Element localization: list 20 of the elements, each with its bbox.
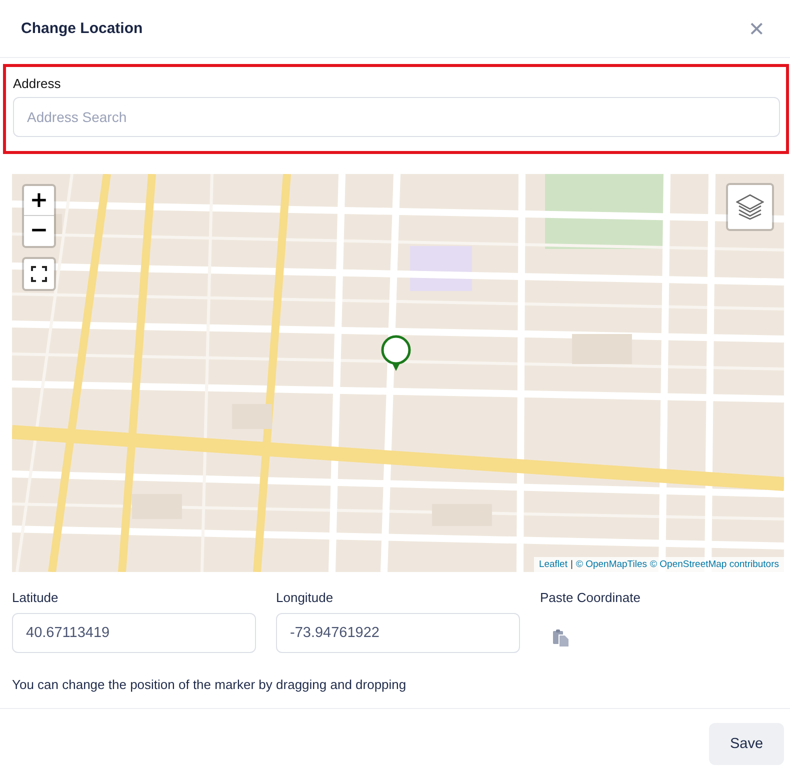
coordinate-label: Latitude bbox=[12, 590, 60, 605]
layers-icon bbox=[736, 194, 764, 220]
layers-button[interactable] bbox=[726, 183, 774, 231]
address-search-field[interactable]: Address Search bbox=[13, 97, 780, 137]
dialog-title: Change Location bbox=[21, 20, 143, 37]
fullscreen-button[interactable] bbox=[22, 257, 56, 291]
attribution-separator: | bbox=[570, 559, 573, 570]
coordinate-field[interactable]: -73.94761922 bbox=[276, 613, 520, 653]
attribution-link[interactable]: © OpenMapTiles bbox=[576, 559, 648, 570]
fullscreen-icon bbox=[31, 266, 47, 282]
address-label: Address bbox=[13, 76, 62, 91]
coordinate-label: Longitude bbox=[276, 590, 334, 605]
save-button[interactable]: Save bbox=[709, 723, 784, 765]
attribution-link[interactable]: © OpenStreetMap contributors bbox=[650, 559, 779, 570]
map-pin-icon[interactable] bbox=[380, 335, 412, 373]
coordinate-field[interactable]: 40.67113419 bbox=[12, 613, 256, 653]
hint-text: You can change the position of the marker by dragging and dropping bbox=[12, 677, 408, 692]
attribution-link[interactable]: Leaflet bbox=[538, 559, 568, 570]
paste-label: Paste Coordinate bbox=[540, 590, 640, 605]
clipboard-icon bbox=[552, 629, 570, 647]
